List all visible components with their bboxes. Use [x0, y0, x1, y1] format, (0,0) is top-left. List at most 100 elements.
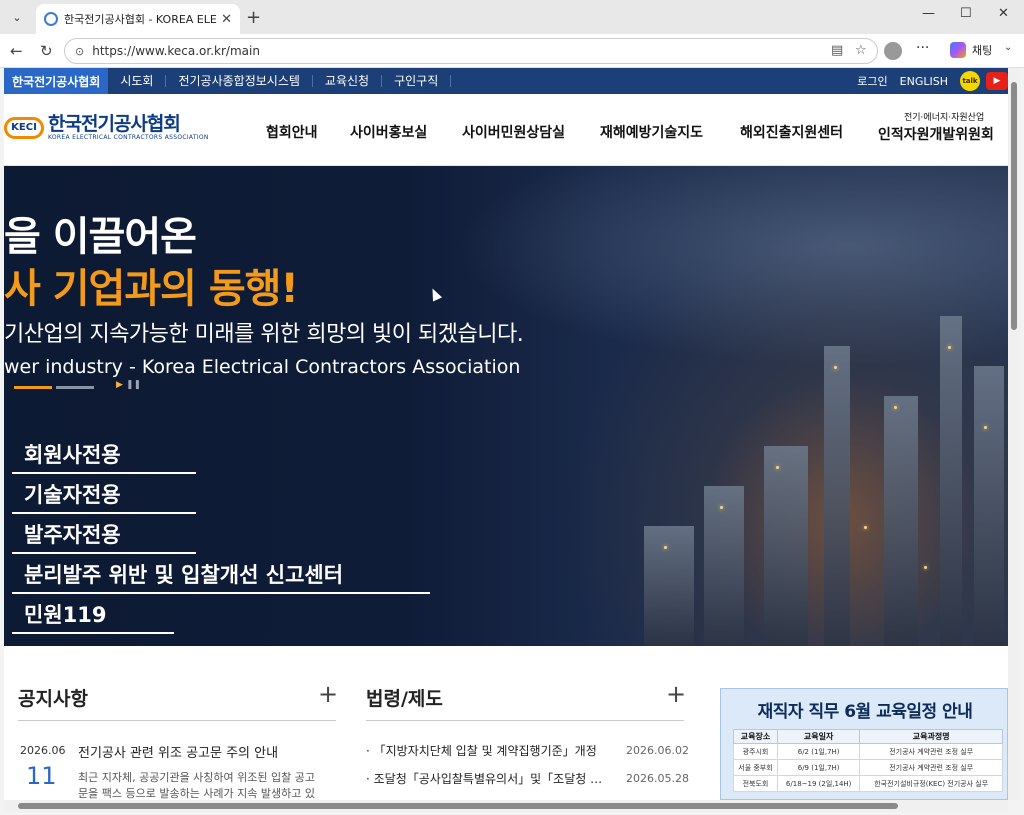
horizontal-scroll-thumb[interactable] — [18, 803, 898, 809]
reader-view-icon[interactable]: ▤ — [831, 43, 843, 58]
plant-light — [894, 406, 897, 409]
plant-tower — [884, 396, 918, 646]
slide-indicator[interactable] — [56, 386, 94, 389]
table-cell: 광주시회 — [733, 743, 778, 760]
hero-subtitle: 기산업의 지속가능한 미래를 위한 희망의 빛이 되겠습니다. — [4, 322, 524, 347]
utility-link[interactable]: 시도회 — [108, 75, 167, 87]
slide-indicator-active[interactable] — [14, 386, 52, 389]
utility-link[interactable]: 교육신청 — [313, 75, 383, 87]
plant-tower — [940, 316, 962, 646]
table-cell: 6/18~19 (2일,14H) — [776, 775, 861, 792]
kakao-icon[interactable]: talk — [960, 71, 980, 91]
more-options-icon[interactable]: ··· — [916, 40, 929, 56]
youtube-icon[interactable]: ▶ — [986, 72, 1008, 90]
education-banner[interactable]: 재직자 직무 6월 교육일정 안내 교육장소 교육일자 교육과정명 광주시회 6… — [720, 688, 1008, 800]
plant-tower — [974, 366, 1004, 646]
utility-bar: 한국전기공사협회 시도회 전기공사종합정보시스템 교육신청 구인구직 로그인 E… — [4, 68, 1008, 94]
quick-link-report-center[interactable]: 분리발주 위반 및 입찰개선 신고센터 — [12, 556, 430, 594]
site-logo[interactable]: KECI 한국전기공사협회 KOREA ELECTRICAL CONTRACTO… — [4, 114, 209, 141]
hero-slider: 을 이끌어온 사 기업과의 동행! 기산업의 지속가능한 미래를 위한 희망의 … — [4, 166, 1008, 646]
nav-item-consult[interactable]: 사이버민원상담실 — [462, 122, 565, 142]
notice-day: 11 — [26, 762, 57, 790]
nav-item-about[interactable]: 협회안내 — [266, 122, 318, 142]
schedule-table: 교육장소 교육일자 교육과정명 광주시회 6/2 (1일,7H) 전기공사 계약… — [733, 729, 1003, 792]
table-cell: 전기공사 계약관련 조정 실무 — [859, 759, 1003, 776]
plant-light — [984, 426, 987, 429]
close-tab-icon[interactable]: ✕ — [221, 12, 232, 27]
copilot-label: 채팅 — [972, 44, 993, 57]
notice-date: 2026.06 — [20, 744, 66, 757]
copilot-button[interactable]: 채팅 — [942, 38, 1000, 62]
new-tab-icon[interactable]: + — [246, 7, 261, 28]
law-item-date: 2026.06.02 — [626, 744, 689, 757]
quick-link-engineers[interactable]: 기술자전용 — [12, 476, 196, 514]
favicon-icon — [44, 12, 58, 26]
utility-link[interactable]: 전기공사종합정보시스템 — [166, 75, 313, 87]
plant-light — [948, 346, 951, 349]
law-more-plus-icon[interactable]: + — [666, 680, 686, 708]
copilot-icon — [950, 42, 966, 58]
hero-headline-1: 을 이끌어온 — [4, 214, 197, 260]
plant-light — [664, 546, 667, 549]
reload-icon[interactable]: ↻ — [40, 42, 53, 60]
profile-avatar-icon[interactable] — [884, 42, 902, 60]
tab-actions-chevron-icon[interactable]: ⌄ — [6, 6, 28, 28]
law-item[interactable]: · 조달청「공사입찰특별유의서」및「조달청 … — [366, 770, 614, 787]
table-row: 전북도회 6/18~19 (2일,14H) 한국전기설비규정(KEC) 전기공사… — [733, 775, 1003, 792]
table-cell: 전북도회 — [733, 775, 778, 792]
minimize-icon[interactable]: — — [922, 6, 935, 21]
utility-home-link[interactable]: 한국전기공사협회 — [4, 68, 109, 94]
maximize-icon[interactable]: ☐ — [960, 6, 972, 21]
pause-icon[interactable]: ❚❚ — [126, 380, 141, 390]
notice-more-plus-icon[interactable]: + — [318, 680, 338, 708]
back-icon[interactable]: ← — [10, 42, 23, 60]
site-header: KECI 한국전기공사협회 KOREA ELECTRICAL CONTRACTO… — [4, 94, 1008, 166]
nav-item-safety[interactable]: 재해예방기술지도 — [600, 122, 703, 142]
site-info-icon[interactable]: ⊙ — [75, 45, 84, 58]
copilot-chevron-icon[interactable]: ⌄ — [1004, 42, 1012, 53]
table-cell: 서울 중부회 — [733, 759, 778, 776]
plant-light — [924, 566, 927, 569]
law-item-date: 2026.05.28 — [626, 772, 689, 785]
utility-link[interactable]: 구인구직 — [382, 75, 452, 87]
law-item[interactable]: · 「지방자치단체 입찰 및 계약집행기준」개정 — [366, 742, 614, 759]
nav-item-pr[interactable]: 사이버홍보실 — [350, 122, 427, 142]
table-cell: 한국전기설비규정(KEC) 전기공사 실무 — [859, 775, 1003, 792]
tab-strip: ⌄ 한국전기공사협회 - KOREA ELECTI ✕ + — ☐ ✕ — [0, 0, 1024, 34]
quick-link-members[interactable]: 회원사전용 — [12, 436, 196, 474]
english-link[interactable]: ENGLISH — [894, 75, 954, 88]
plant-tower — [644, 526, 694, 646]
notice-item-body[interactable]: 최근 지자체, 공공기관을 사칭하여 위조된 입찰 공고문을 팩스 등으로 발송… — [78, 770, 324, 800]
hero-headline-2: 사 기업과의 동행! — [4, 266, 299, 312]
url-text: https://www.keca.or.kr/main — [92, 44, 260, 58]
logo-mark: KECI — [4, 116, 44, 139]
browser-tab[interactable]: 한국전기공사협회 - KOREA ELECTI ✕ — [36, 4, 240, 34]
table-header: 교육장소 — [733, 729, 778, 744]
favorite-star-icon[interactable]: ☆ — [855, 43, 867, 58]
vertical-scroll-thumb[interactable] — [1011, 82, 1017, 330]
login-link[interactable]: 로그인 — [851, 73, 893, 89]
nav-item-hrd[interactable]: 인적자원개발위원회 — [878, 124, 994, 144]
address-bar[interactable]: ⊙ https://www.keca.or.kr/main ▤ ☆ — [64, 38, 878, 64]
quick-link-civil-119[interactable]: 민원119 — [12, 596, 174, 634]
logo-english-text: KOREA ELECTRICAL CONTRACTORS ASSOCIATION — [48, 134, 209, 141]
horizontal-scrollbar[interactable] — [4, 800, 1008, 812]
notice-item-title[interactable]: 전기공사 관련 위조 공고문 주의 안내 — [78, 742, 278, 761]
plant-tower — [824, 346, 850, 646]
quick-link-clients[interactable]: 발주자전용 — [12, 516, 196, 554]
plant-light — [776, 466, 779, 469]
plant-light — [864, 526, 867, 529]
plant-light — [720, 506, 723, 509]
nav-item-overseas[interactable]: 해외진출지원센터 — [740, 122, 843, 142]
plant-tower — [764, 446, 808, 646]
close-window-icon[interactable]: ✕ — [998, 6, 1009, 21]
play-icon[interactable]: ▶ — [116, 380, 123, 390]
hero-english: wer industry - Korea Electrical Contract… — [4, 356, 521, 378]
law-heading: 법령/제도 — [366, 688, 443, 710]
notice-divider — [18, 720, 336, 721]
table-row: 서울 중부회 6/9 (1일,7H) 전기공사 계약관련 조정 실무 — [733, 759, 1003, 776]
nav-item-hrd-sub: 전기·에너지·자원산업 — [904, 113, 985, 123]
banner-title: 재직자 직무 6월 교육일정 안내 — [757, 702, 973, 722]
law-divider — [366, 720, 684, 721]
vertical-scrollbar[interactable] — [1008, 68, 1020, 800]
